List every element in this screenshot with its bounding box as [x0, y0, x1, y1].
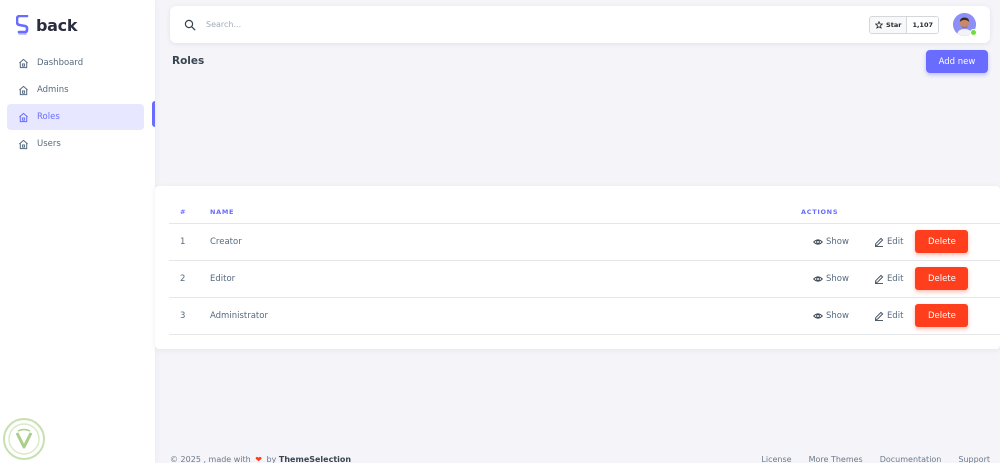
- table-row: 3 Administrator Show Edit Delete: [169, 297, 1000, 334]
- column-header-id: #: [180, 207, 187, 216]
- edit-label: Edit: [886, 273, 904, 284]
- home-icon: [18, 58, 29, 69]
- table-row: 2 Editor Show Edit Delete: [169, 260, 1000, 297]
- brand-name: back: [36, 15, 78, 35]
- star-label: Star: [886, 20, 902, 29]
- home-icon: [18, 112, 29, 123]
- sidebar-item-dashboard[interactable]: Dashboard: [7, 50, 144, 76]
- show-label: Show: [826, 310, 849, 321]
- brand-logo-icon: [15, 14, 30, 35]
- sidebar: back Dashboard Admins Roles Users: [0, 0, 155, 463]
- edit-link[interactable]: Edit: [874, 274, 903, 284]
- column-header-name: NAME: [210, 207, 235, 216]
- sidebar-item-label: Admins: [37, 85, 69, 95]
- online-status-badge: [970, 29, 977, 36]
- pencil-icon: [874, 311, 884, 321]
- row-actions: Show Edit Delete: [801, 230, 1000, 253]
- sidebar-item-users[interactable]: Users: [7, 131, 144, 157]
- table-row: 1 Creator Show Edit Delete: [169, 223, 1000, 260]
- row-name: Administrator: [210, 310, 268, 321]
- sidebar-item-label: Roles: [37, 112, 60, 122]
- star-icon: [875, 20, 884, 29]
- sidebar-menu: Dashboard Admins Roles Users: [0, 50, 155, 157]
- row-name: Creator: [210, 236, 242, 247]
- github-star-button[interactable]: Star: [870, 16, 908, 33]
- home-icon: [18, 85, 29, 96]
- company-link[interactable]: ThemeSelection: [279, 455, 351, 463]
- sidebar-item-roles[interactable]: Roles: [7, 104, 144, 130]
- top-navbar: Star 1,107: [170, 6, 990, 43]
- roles-table: # NAME ACTIONS 1 Creator Show Edit Delet…: [169, 201, 1000, 335]
- add-new-button[interactable]: Add new: [926, 50, 988, 73]
- edit-link[interactable]: Edit: [874, 311, 903, 321]
- footer-link-support[interactable]: Support: [958, 455, 990, 463]
- pencil-icon: [874, 274, 884, 284]
- delete-button[interactable]: Delete: [915, 267, 969, 290]
- delete-button[interactable]: Delete: [915, 230, 969, 253]
- show-label: Show: [826, 273, 849, 284]
- roles-table-card: # NAME ACTIONS 1 Creator Show Edit Delet…: [155, 186, 1000, 349]
- footer-copyright: © 2025 , made with ❤ by ThemeSelection: [170, 455, 351, 463]
- table-header-row: # NAME ACTIONS: [169, 201, 1000, 223]
- page-title: Roles: [172, 55, 205, 67]
- eye-icon: [813, 237, 823, 247]
- search-input[interactable]: [206, 20, 506, 29]
- sidebar-item-label: Dashboard: [37, 58, 84, 68]
- eye-icon: [813, 274, 823, 284]
- footer-link-more-themes[interactable]: More Themes: [809, 455, 863, 463]
- footer-links: License More Themes Documentation Suppor…: [744, 455, 990, 463]
- search-icon[interactable]: [184, 19, 196, 31]
- github-star-widget: Star 1,107: [869, 15, 939, 34]
- copyright-text: © 2025 , made with: [170, 455, 251, 463]
- row-id: 2: [180, 273, 186, 284]
- watermark-logo: [0, 415, 48, 463]
- heart-icon: ❤: [255, 455, 262, 463]
- pencil-icon: [874, 237, 884, 247]
- show-link[interactable]: Show: [813, 237, 849, 247]
- brand[interactable]: back: [0, 0, 155, 50]
- by-text: by: [266, 455, 277, 463]
- home-icon: [18, 139, 29, 150]
- delete-button[interactable]: Delete: [915, 304, 969, 327]
- edit-link[interactable]: Edit: [874, 237, 903, 247]
- row-actions: Show Edit Delete: [801, 267, 1000, 290]
- footer-link-license[interactable]: License: [761, 455, 791, 463]
- sidebar-item-label: Users: [37, 139, 61, 149]
- row-id: 1: [180, 236, 186, 247]
- edit-label: Edit: [886, 310, 904, 321]
- eye-icon: [813, 311, 823, 321]
- avatar[interactable]: [953, 13, 977, 36]
- footer: © 2025 , made with ❤ by ThemeSelection L…: [170, 455, 990, 463]
- row-id: 3: [180, 310, 186, 321]
- column-header-actions: ACTIONS: [801, 207, 839, 216]
- show-link[interactable]: Show: [813, 274, 849, 284]
- row-name: Editor: [210, 273, 236, 284]
- sidebar-item-admins[interactable]: Admins: [7, 77, 144, 103]
- show-label: Show: [826, 236, 849, 247]
- footer-link-documentation[interactable]: Documentation: [880, 455, 942, 463]
- star-count[interactable]: 1,107: [907, 16, 938, 33]
- active-indicator: [152, 101, 155, 127]
- show-link[interactable]: Show: [813, 311, 849, 321]
- edit-label: Edit: [886, 236, 904, 247]
- row-actions: Show Edit Delete: [801, 304, 1000, 327]
